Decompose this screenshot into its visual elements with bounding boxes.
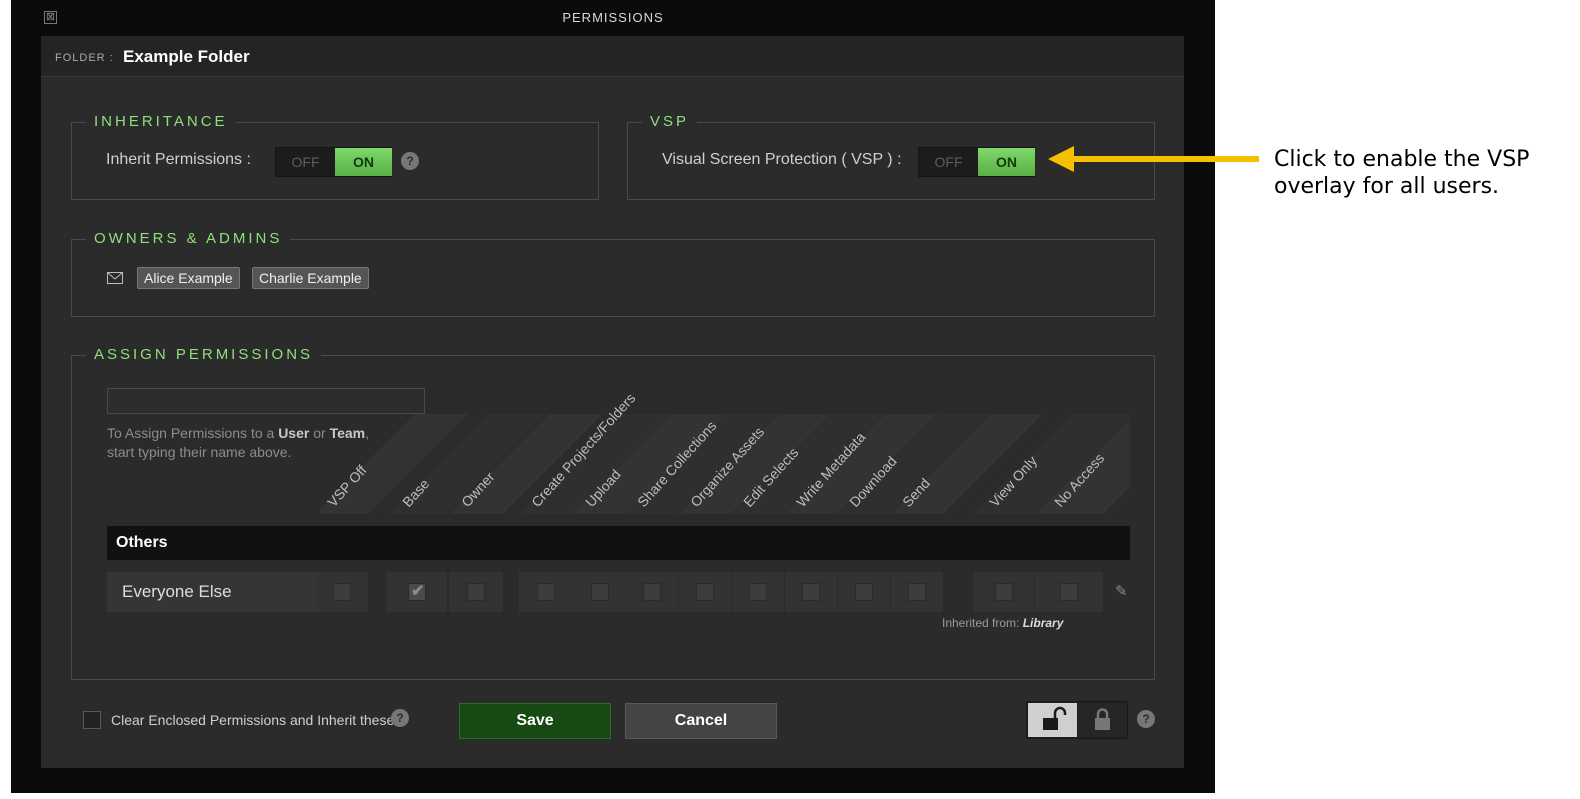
save-button[interactable]: Save [459,703,611,739]
assign-permissions-section: ASSIGN PERMISSIONS To Assign Permissions… [71,345,1155,680]
permission-cell[interactable] [732,572,784,612]
permission-checkbox[interactable] [1060,583,1078,601]
help-icon[interactable]: ? [1137,710,1155,728]
folder-name: Example Folder [123,47,250,66]
owner-chip[interactable]: Charlie Example [252,267,369,289]
folder-label: FOLDER : [55,52,114,64]
toggle-on-option[interactable]: ON [335,148,392,176]
help-icon[interactable]: ? [391,709,409,727]
inherited-from-note: Inherited from: Library [942,616,1102,630]
permission-column-headers: VSP Off Base Owner Create Projects/Folders U… [320,386,1130,514]
screenshot-stage: ⊠ PERMISSIONS FOLDER : Example Folder IN… [0,0,1580,799]
permission-checkbox[interactable] [908,583,926,601]
permission-checkbox[interactable] [643,583,661,601]
permission-cell[interactable] [626,572,678,612]
assign-permissions-legend: ASSIGN PERMISSIONS [86,345,322,365]
toggle-off-option[interactable]: OFF [919,148,978,176]
owners-admins-section: OWNERS & ADMINS Alice Example Charlie Ex… [71,229,1155,317]
permission-cell[interactable] [838,572,890,612]
envelope-icon[interactable] [107,271,123,284]
vsp-legend: VSP [642,112,698,132]
unlock-icon[interactable] [1028,703,1077,737]
permission-checkbox[interactable] [537,583,555,601]
inherit-permissions-label: Inherit Permissions : [106,151,251,168]
permission-checkbox[interactable] [332,583,351,601]
permission-cell[interactable]: ✔ [387,572,447,612]
pencil-icon[interactable]: ✎ [1115,582,1128,600]
dialog-panel: FOLDER : Example Folder INHERITANCE Inhe… [41,36,1184,768]
permission-cell[interactable] [573,572,627,612]
annotation-text: Click to enable the VSP overlay for all … [1274,147,1530,199]
inherited-label: Inherited from: [942,616,1020,630]
permission-cell[interactable] [785,572,837,612]
toggle-on-option[interactable]: ON [978,148,1035,176]
permission-checkbox[interactable] [994,583,1013,601]
permissions-dialog: ⊠ PERMISSIONS FOLDER : Example Folder IN… [11,0,1215,793]
permission-cell[interactable] [973,572,1034,612]
permission-cell[interactable] [679,572,731,612]
clear-enclosed-checkbox[interactable] [83,711,101,729]
permission-checkbox[interactable] [749,583,767,601]
permission-checkbox[interactable]: ✔ [408,583,426,601]
permission-cell[interactable] [315,572,368,612]
row-name: Everyone Else [107,572,315,612]
permission-checkbox[interactable] [855,583,873,601]
inheritance-section: INHERITANCE Inherit Permissions : OFF ON… [71,112,599,200]
owner-chip[interactable]: Alice Example [137,267,240,289]
permission-checkbox[interactable] [696,583,714,601]
lock-toggle-group [1026,701,1128,739]
owners-admins-legend: OWNERS & ADMINS [86,229,291,249]
hint-user: User [278,425,310,441]
vsp-label: Visual Screen Protection ( VSP ) : [662,151,902,168]
permission-cell[interactable] [891,572,943,612]
permission-cell[interactable] [449,572,503,612]
vsp-toggle[interactable]: OFF ON [918,147,1035,177]
permission-checkbox[interactable] [467,583,485,601]
cancel-button[interactable]: Cancel [625,703,777,739]
permission-checkbox[interactable] [802,583,820,601]
inherited-source: Library [1022,616,1064,630]
folder-bar: FOLDER : Example Folder [41,36,1184,77]
dialog-title: PERMISSIONS [562,10,664,25]
hint-prefix: To Assign Permissions to a [107,425,279,441]
others-group-header: Others [107,526,1130,560]
permission-cell[interactable] [1035,572,1103,612]
lock-icon[interactable] [1078,703,1127,737]
checkmark-icon: ✔ [411,583,425,600]
help-icon[interactable]: ? [401,152,419,170]
toggle-off-option[interactable]: OFF [276,148,335,176]
permission-row: Everyone Else ✎ ✔ [107,572,1130,612]
permission-cell[interactable] [519,572,573,612]
hint-line2: start typing their name above. [107,444,292,460]
annotation-arrow [1048,146,1259,172]
inheritance-legend: INHERITANCE [86,112,236,132]
inherit-permissions-toggle[interactable]: OFF ON [275,147,392,177]
clear-enclosed-label: Clear Enclosed Permissions and Inherit t… [111,712,399,728]
permission-checkbox[interactable] [591,583,609,601]
